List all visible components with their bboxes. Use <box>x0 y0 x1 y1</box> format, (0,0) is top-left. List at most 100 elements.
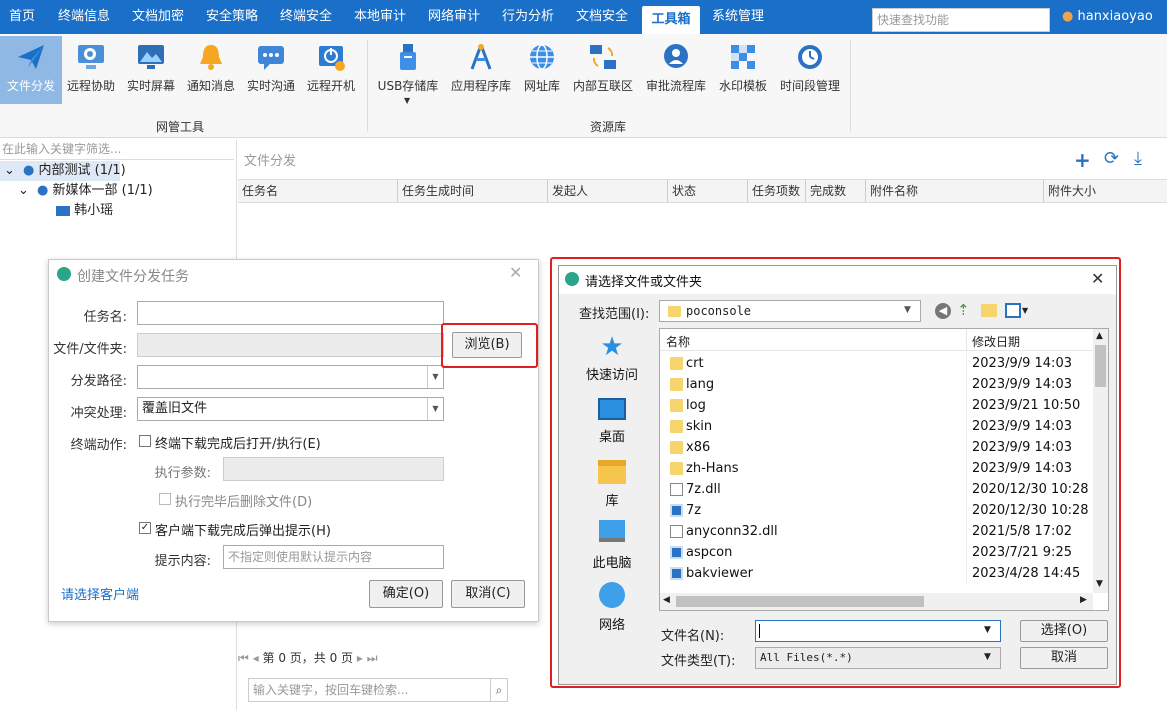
menu-system-manage[interactable]: 系统管理 <box>706 0 770 34</box>
menu-doc-security[interactable]: 文档安全 <box>570 0 634 34</box>
search-icon[interactable]: ⌕ <box>490 679 507 701</box>
top-menu-bar: 首页 终端信息 文档加密 安全策略 终端安全 本地审计 网络审计 行为分析 文档… <box>0 0 1167 34</box>
select-clients-link[interactable]: 请选择客户端 <box>61 584 139 603</box>
menu-home[interactable]: 首页 <box>0 0 44 34</box>
col-task-name[interactable]: 任务名 <box>238 180 398 202</box>
tree-node-label: 内部测试 (1/1) <box>38 163 126 178</box>
paper-plane-icon <box>16 42 46 72</box>
approval-icon <box>661 42 691 72</box>
collapse-icon[interactable]: ⌄ <box>18 183 29 198</box>
tree-node-internal-test[interactable]: ⌄ ● 内部测试 (1/1) <box>0 161 126 181</box>
clock-icon <box>795 42 825 72</box>
hint-label: 提示内容: <box>154 554 211 569</box>
app-library-icon <box>466 42 496 72</box>
menu-behavior-analysis[interactable]: 行为分析 <box>496 0 560 34</box>
col-attachment-size[interactable]: 附件大小 <box>1044 180 1167 202</box>
menu-security-policy[interactable]: 安全策略 <box>200 0 264 34</box>
app-library-button[interactable]: 应用程序库 <box>450 36 512 104</box>
page-info: 第 0 页，共 0 页 <box>262 651 354 665</box>
live-screen-button[interactable]: 实时屏幕 <box>120 36 182 104</box>
time-period-label: 时间段管理 <box>779 79 840 93</box>
create-task-dialog: 创建文件分发任务 ✕ 任务名: 文件/文件夹: 浏览(B) 分发路径: ▼ 冲突… <box>48 259 539 622</box>
notify-button[interactable]: 通知消息 <box>180 36 242 104</box>
exec-params-input[interactable] <box>223 457 444 481</box>
time-period-button[interactable]: 时间段管理 <box>779 36 841 104</box>
dialog-title: 创建文件分发任务 <box>77 269 189 285</box>
tree-node-computer[interactable]: 韩小瑶 <box>56 201 113 221</box>
panel-title: 文件分发 <box>244 154 297 169</box>
refresh-icon[interactable]: ⟳ <box>1104 148 1119 169</box>
delete-after-exec-label: 执行完毕后删除文件(D) <box>175 495 313 510</box>
cancel-button[interactable]: 取消(C) <box>451 580 525 608</box>
menu-doc-encrypt[interactable]: 文档加密 <box>126 0 190 34</box>
menu-local-audit[interactable]: 本地审计 <box>348 0 412 34</box>
hint-input[interactable]: 不指定则使用默认提示内容 <box>223 545 444 569</box>
menu-terminal-security[interactable]: 终端安全 <box>274 0 338 34</box>
ribbon-divider <box>850 40 851 132</box>
prev-page-icon[interactable]: ◂ <box>253 651 259 665</box>
chevron-down-icon[interactable]: ▼ <box>427 366 443 388</box>
open-after-download-checkbox[interactable] <box>139 435 151 447</box>
file-path-input[interactable] <box>137 333 444 357</box>
usb-library-label: USB存储库 <box>377 79 439 93</box>
popup-after-download-checkbox[interactable]: ✓ <box>139 522 151 534</box>
user-name: hanxiaoyao <box>1077 9 1153 24</box>
chevron-down-icon: ▼ <box>404 96 411 105</box>
col-created-time[interactable]: 任务生成时间 <box>398 180 548 202</box>
terminal-action-label: 终端动作: <box>70 438 127 453</box>
group-icon: ● <box>23 163 35 178</box>
ribbon-divider <box>367 40 368 132</box>
menu-terminal-info[interactable]: 终端信息 <box>52 0 116 34</box>
menu-toolbox[interactable]: 工具箱 <box>642 6 700 34</box>
app-logo-icon <box>57 267 71 281</box>
col-status[interactable]: 状态 <box>668 180 748 202</box>
tree-filter-input[interactable]: 在此输入关键字筛选... <box>0 140 234 160</box>
approval-library-button[interactable]: 审批流程库 <box>645 36 707 104</box>
distribute-path-select[interactable] <box>137 365 444 389</box>
file-distribute-button[interactable]: 文件分发 <box>0 36 62 104</box>
close-icon[interactable]: ✕ <box>509 263 522 282</box>
popup-after-download-label: 客户端下载完成后弹出提示(H) <box>155 524 331 539</box>
delete-after-exec-checkbox[interactable] <box>159 493 171 505</box>
group-label-network-tools: 网管工具 <box>156 120 205 134</box>
open-after-download-label: 终端下载完成后打开/执行(E) <box>155 437 321 452</box>
chevron-down-icon[interactable]: ▼ <box>427 398 443 420</box>
col-initiator[interactable]: 发起人 <box>548 180 668 202</box>
remote-assist-button[interactable]: 远程协助 <box>60 36 122 104</box>
usb-library-button[interactable]: USB存储库 ▼ <box>377 36 439 105</box>
pager: ⏮ ◂ 第 0 页，共 0 页 ▸ ⏭ <box>238 648 558 668</box>
conflict-select[interactable]: 覆盖旧文件 <box>137 397 444 421</box>
download-icon[interactable]: ⤓ <box>1134 148 1142 169</box>
quick-search-input[interactable]: 快速查找功能 <box>872 8 1050 32</box>
col-done-count[interactable]: 完成数 <box>806 180 866 202</box>
next-page-icon[interactable]: ▸ <box>357 651 363 665</box>
group-label-resource: 资源库 <box>590 120 627 134</box>
highlight-browse <box>441 323 538 368</box>
collapse-icon[interactable]: ⌄ <box>4 163 15 178</box>
interconnect-label: 内部互联区 <box>572 79 633 93</box>
chat-icon <box>256 42 286 72</box>
path-label: 分发路径: <box>70 374 127 389</box>
approval-library-label: 审批流程库 <box>645 79 706 93</box>
last-page-icon[interactable]: ⏭ <box>367 651 378 665</box>
task-name-label: 任务名: <box>83 310 127 325</box>
watermark-template-button[interactable]: 水印模板 <box>712 36 774 104</box>
grid-search-input[interactable]: 输入关键字，按回车键检索... <box>248 678 508 702</box>
col-item-count[interactable]: 任务项数 <box>748 180 806 202</box>
menu-network-audit[interactable]: 网络审计 <box>422 0 486 34</box>
watermark-icon <box>728 42 758 72</box>
url-library-button[interactable]: 网址库 <box>511 36 573 104</box>
tree-node-label: 韩小瑶 <box>74 203 114 218</box>
interconnect-icon <box>588 42 618 72</box>
first-page-icon[interactable]: ⏮ <box>238 651 249 665</box>
col-attachment-name[interactable]: 附件名称 <box>866 180 1044 202</box>
task-name-input[interactable] <box>137 301 444 325</box>
conflict-label: 冲突处理: <box>70 406 127 421</box>
interconnect-button[interactable]: 内部互联区 <box>572 36 634 104</box>
ok-button[interactable]: 确定(O) <box>369 580 443 608</box>
add-icon[interactable]: + <box>1074 148 1091 172</box>
live-chat-button[interactable]: 实时沟通 <box>240 36 302 104</box>
user-menu[interactable]: ● hanxiaoyao <box>1062 0 1153 34</box>
remote-boot-button[interactable]: 远程开机 <box>300 36 362 104</box>
tree-node-new-media[interactable]: ⌄ ● 新媒体一部 (1/1) <box>18 181 153 201</box>
